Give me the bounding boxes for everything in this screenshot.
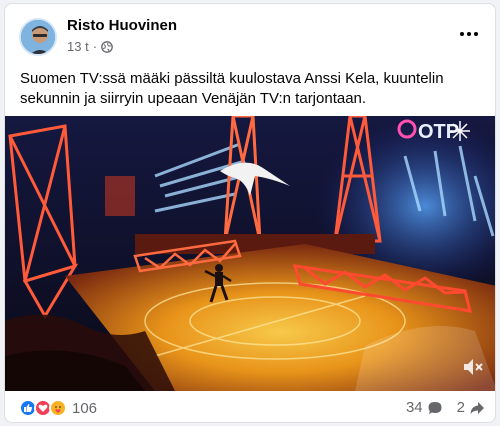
share-icon [470, 401, 484, 414]
comment-icon [428, 401, 442, 414]
dot-icon [474, 32, 478, 36]
reactions-summary[interactable]: 106 [19, 399, 97, 417]
author-name[interactable]: Risto Huovinen [67, 17, 177, 34]
meta-separator: · [92, 39, 98, 54]
author-avatar[interactable] [19, 18, 57, 56]
more-options-button[interactable] [455, 24, 483, 44]
engagement-stats: 34 2 [406, 399, 485, 416]
post-time[interactable]: 13 t [67, 39, 89, 54]
mute-icon[interactable] [461, 355, 485, 379]
shares-stat[interactable]: 2 [457, 399, 485, 416]
video-frame: ОТР [5, 116, 495, 391]
comment-count: 34 [405, 399, 423, 416]
dot-icon [467, 32, 471, 36]
post-header: Risto Huovinen 13 t · [15, 14, 487, 62]
post-meta: 13 t · [67, 39, 113, 54]
post-card: Risto Huovinen 13 t · Suomen TV:ssä määk… [4, 3, 496, 423]
comments-stat[interactable]: 34 [406, 399, 443, 416]
reaction-count: 106 [72, 399, 98, 417]
globe-icon [101, 40, 113, 53]
video-player[interactable]: ОТР [5, 116, 495, 391]
care-icon [49, 399, 67, 417]
share-count: 2 [456, 399, 465, 416]
post-footer: 106 34 2 [5, 393, 495, 422]
dot-icon [460, 32, 464, 36]
post-text: Suomen TV:ssä määki pässiltä kuulostava … [20, 70, 444, 107]
